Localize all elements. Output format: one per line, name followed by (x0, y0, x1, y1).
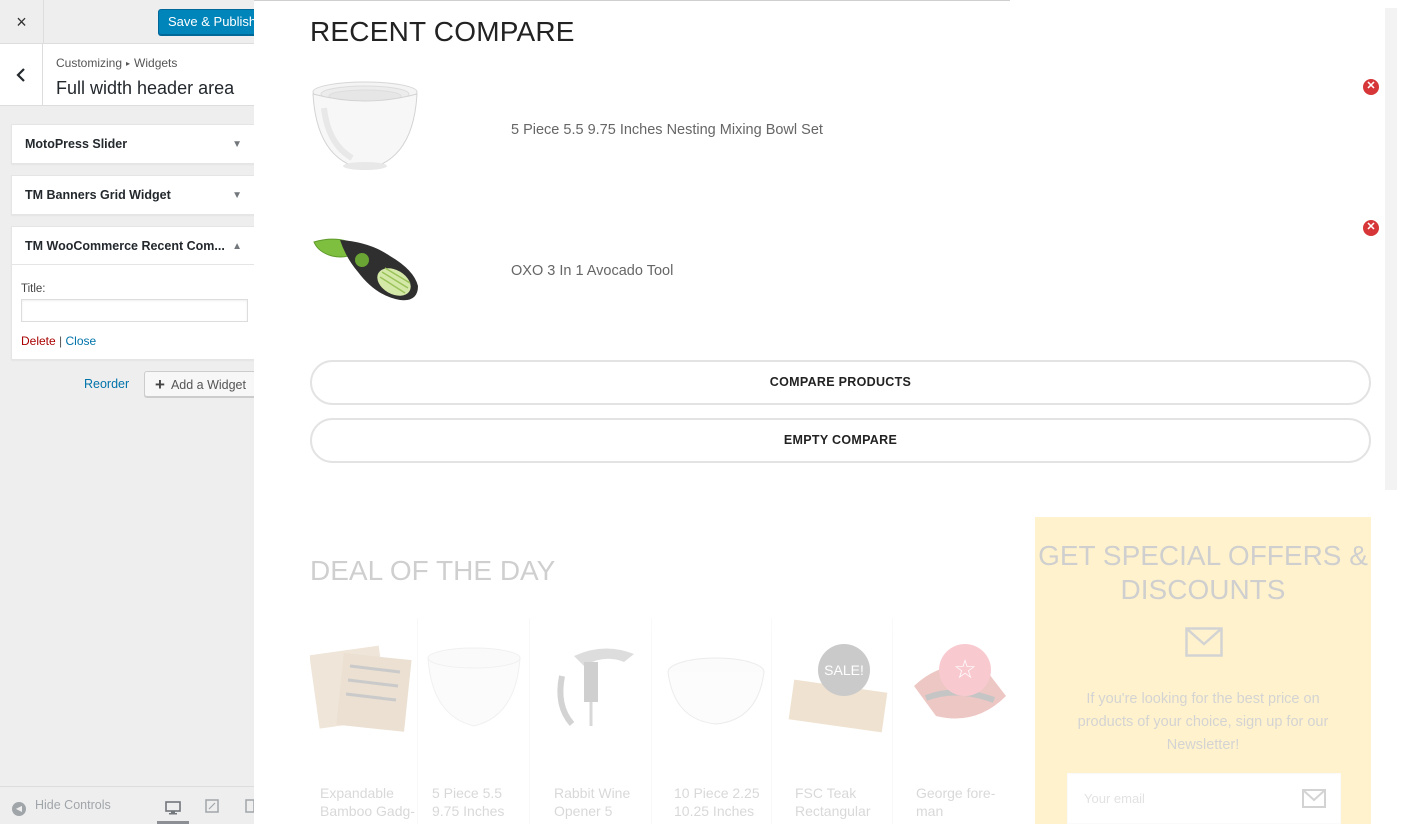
deal-product-name: FSC Teak Rectangular (795, 785, 871, 819)
widget-banners-grid[interactable]: TM Banners Grid Widget ▼ (11, 175, 254, 215)
featured-star-icon: ☆ (939, 644, 991, 696)
remove-item-icon[interactable]: ✕ (1363, 79, 1379, 95)
widget-motopress-slider[interactable]: MotoPress Slider ▼ (11, 124, 254, 164)
widget-header[interactable]: MotoPress Slider ▼ (12, 125, 254, 163)
deal-product-name: George fore-man (916, 785, 996, 819)
remove-item-icon[interactable]: ✕ (1363, 220, 1379, 236)
page-background-content: DEAL OF THE DAY Expandable Bamboo Gadg- … (254, 500, 1411, 824)
tablet-icon (205, 799, 219, 813)
mail-icon (1185, 627, 1223, 657)
widget-title: MotoPress Slider (25, 137, 128, 151)
deal-product-name: Expandable Bamboo Gadg- (320, 785, 415, 819)
deal-product-name: Rabbit Wine Opener 5 (554, 785, 631, 819)
breadcrumb-root: Customizing (56, 56, 123, 70)
breadcrumb: Customizing ▸ Widgets (56, 56, 177, 70)
caret-down-icon[interactable]: ▼ (232, 139, 242, 150)
bamboo-organizer-image (310, 645, 412, 732)
title-field[interactable] (21, 299, 248, 322)
widget-title: TM Banners Grid Widget (25, 188, 171, 202)
add-widget-label: Add a Widget (170, 378, 246, 392)
breadcrumb-leaf: Widgets (134, 56, 178, 70)
section-title: Full width header area (56, 78, 235, 98)
bowl-set-image (427, 647, 521, 727)
widget-header[interactable]: TM WooCommerce Recent Com... ▲ (12, 227, 254, 265)
hide-controls-button[interactable]: ◀ Hide Controls (12, 798, 111, 816)
breadcrumb-separator-icon: ▸ (126, 59, 131, 68)
action-separator: | (59, 334, 63, 348)
compare-products-button[interactable]: COMPARE PRODUCTS (310, 360, 1371, 405)
title-field-label: Title: (21, 283, 46, 295)
compare-title: RECENT COMPARE (310, 16, 575, 47)
compare-panel-scrollbar[interactable] (1385, 8, 1397, 490)
preview-divider (254, 0, 1010, 1)
compare-item: OXO 3 In 1 Avocado Tool (310, 220, 1374, 320)
desktop-icon (165, 800, 181, 814)
mixing-bowl-image[interactable] (310, 78, 425, 178)
tablet-preview-button[interactable] (199, 794, 225, 818)
site-preview: RECENT COMPARE 5 Piece 5.5 9.75 Inches N… (254, 0, 1411, 824)
newsletter-box: GET SPECIAL OFFERS & DISCOUNTS If you're… (1035, 517, 1371, 824)
newsletter-text: If you're looking for the best price on … (1077, 691, 1329, 753)
empty-compare-button[interactable]: EMPTY COMPARE (310, 418, 1371, 463)
widget-title: TM WooCommerce Recent Com... (25, 239, 225, 253)
save-publish-button[interactable]: Save & Publish (158, 9, 254, 35)
close-icon: × (16, 11, 27, 32)
delete-link[interactable]: Delete (21, 334, 56, 348)
avocado-tool-image[interactable] (310, 220, 425, 320)
deal-product-card: ☆ George fore-man (902, 618, 1014, 824)
mobile-preview-button[interactable] (237, 794, 254, 818)
envelope-submit-icon[interactable] (1302, 789, 1326, 808)
hide-controls-label: Hide Controls (35, 798, 111, 812)
chevron-left-icon (16, 68, 25, 82)
add-widget-button[interactable]: + Add a Widget (144, 371, 254, 397)
reorder-link[interactable]: Reorder (84, 377, 129, 391)
deal-product-card: SALE! FSC Teak Rectangular (781, 618, 893, 824)
deal-product-card: 5 Piece 5.5 9.75 Inches (418, 618, 530, 824)
collapse-arrow-icon: ◀ (12, 802, 26, 816)
wine-opener-image (557, 648, 634, 726)
deal-product-card: 10 Piece 2.25 10.25 Inches (660, 618, 772, 824)
glass-bowls-image (667, 657, 765, 725)
customizer-sidebar: × Save & Publish Customizing ▸ Widgets Ful… (0, 0, 254, 824)
caret-up-icon[interactable]: ▲ (232, 241, 242, 252)
deal-product-name: 5 Piece 5.5 9.75 Inches (432, 785, 505, 819)
close-link[interactable]: Close (66, 334, 97, 348)
close-customizer-button[interactable]: × (0, 0, 44, 44)
widget-header[interactable]: TM Banners Grid Widget ▼ (12, 176, 254, 214)
deal-product-name: 10 Piece 2.25 10.25 Inches (674, 785, 760, 819)
deal-of-the-day-title: DEAL OF THE DAY (310, 555, 556, 586)
caret-down-icon[interactable]: ▼ (232, 190, 242, 201)
deal-product-card: Expandable Bamboo Gadg- (306, 618, 418, 824)
email-placeholder[interactable]: Your email (1084, 791, 1145, 806)
newsletter-title: GET SPECIAL OFFERS & DISCOUNTS (1038, 540, 1368, 605)
newsletter-email-field[interactable]: Your email (1067, 773, 1341, 824)
customizer-header: × Save & Publish (0, 0, 254, 44)
desktop-preview-button[interactable] (157, 794, 189, 824)
plus-icon: + (155, 375, 165, 394)
customizer-footer: ◀ Hide Controls (0, 786, 254, 824)
deal-product-card: Rabbit Wine Opener 5 (540, 618, 652, 824)
widget-recent-compare[interactable]: TM WooCommerce Recent Com... ▲ Title: De… (11, 226, 254, 360)
compare-item: 5 Piece 5.5 9.75 Inches Nesting Mixing B… (310, 78, 1374, 178)
sale-badge: SALE! (818, 644, 870, 696)
mobile-icon (245, 799, 254, 813)
back-button[interactable] (0, 44, 43, 106)
widget-actions: Delete | Close (21, 334, 96, 348)
compare-item-name[interactable]: OXO 3 In 1 Avocado Tool (511, 263, 673, 279)
section-header: Customizing ▸ Widgets Full width header ar… (0, 44, 254, 106)
compare-item-name[interactable]: 5 Piece 5.5 9.75 Inches Nesting Mixing B… (511, 122, 823, 138)
